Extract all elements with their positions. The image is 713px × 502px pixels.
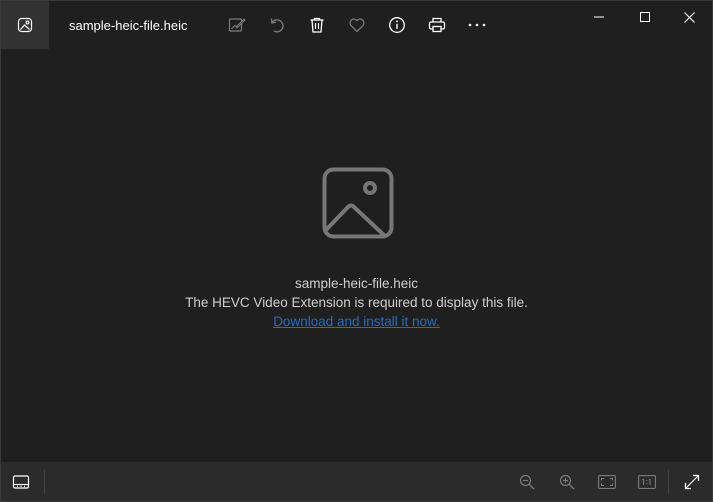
delete-button[interactable] xyxy=(302,10,332,40)
close-button[interactable] xyxy=(666,1,712,33)
photos-app-window: sample-heic-file.heic sample-heic-file.h… xyxy=(0,0,713,502)
info-icon xyxy=(388,16,406,34)
close-icon xyxy=(683,11,695,23)
collection-button[interactable] xyxy=(1,1,49,49)
download-link-container: Download and install it now. xyxy=(1,314,712,329)
zoom-out-button[interactable] xyxy=(512,467,542,497)
more-button[interactable] xyxy=(462,10,492,40)
fit-to-window-button[interactable] xyxy=(592,467,622,497)
more-icon xyxy=(467,22,487,28)
favorite-button[interactable] xyxy=(342,10,372,40)
print-button[interactable] xyxy=(422,10,452,40)
actual-size-icon xyxy=(638,475,656,489)
file-title: sample-heic-file.heic xyxy=(69,18,188,33)
filmstrip-icon xyxy=(12,474,30,490)
delete-icon xyxy=(308,16,326,34)
minimize-button[interactable] xyxy=(576,1,622,33)
bottom-divider xyxy=(668,470,669,494)
download-extension-link[interactable]: Download and install it now. xyxy=(273,314,440,329)
actual-size-button[interactable] xyxy=(632,467,662,497)
info-button[interactable] xyxy=(382,10,412,40)
broken-image-icon xyxy=(322,167,394,239)
full-screen-icon xyxy=(684,474,700,490)
rotate-icon xyxy=(268,16,286,34)
edit-icon xyxy=(228,16,246,34)
bottom-bar xyxy=(1,462,712,501)
fit-to-window-icon xyxy=(598,475,616,489)
maximize-icon xyxy=(640,12,650,22)
minimize-icon xyxy=(594,12,604,22)
missing-codec-filename: sample-heic-file.heic xyxy=(294,276,419,291)
zoom-in-button[interactable] xyxy=(552,467,582,497)
print-icon xyxy=(428,16,446,34)
zoom-in-icon xyxy=(559,474,575,490)
photos-app-icon xyxy=(17,17,33,33)
title-bar: sample-heic-file.heic xyxy=(1,1,712,49)
maximize-button[interactable] xyxy=(622,1,668,33)
favorite-icon xyxy=(348,16,366,34)
missing-codec-message: The HEVC Video Extension is required to … xyxy=(185,295,528,310)
rotate-button[interactable] xyxy=(262,10,292,40)
bottom-divider xyxy=(44,470,45,494)
filmstrip-button[interactable] xyxy=(6,467,36,497)
zoom-out-icon xyxy=(519,474,535,490)
full-screen-button[interactable] xyxy=(677,467,707,497)
edit-button[interactable] xyxy=(222,10,252,40)
